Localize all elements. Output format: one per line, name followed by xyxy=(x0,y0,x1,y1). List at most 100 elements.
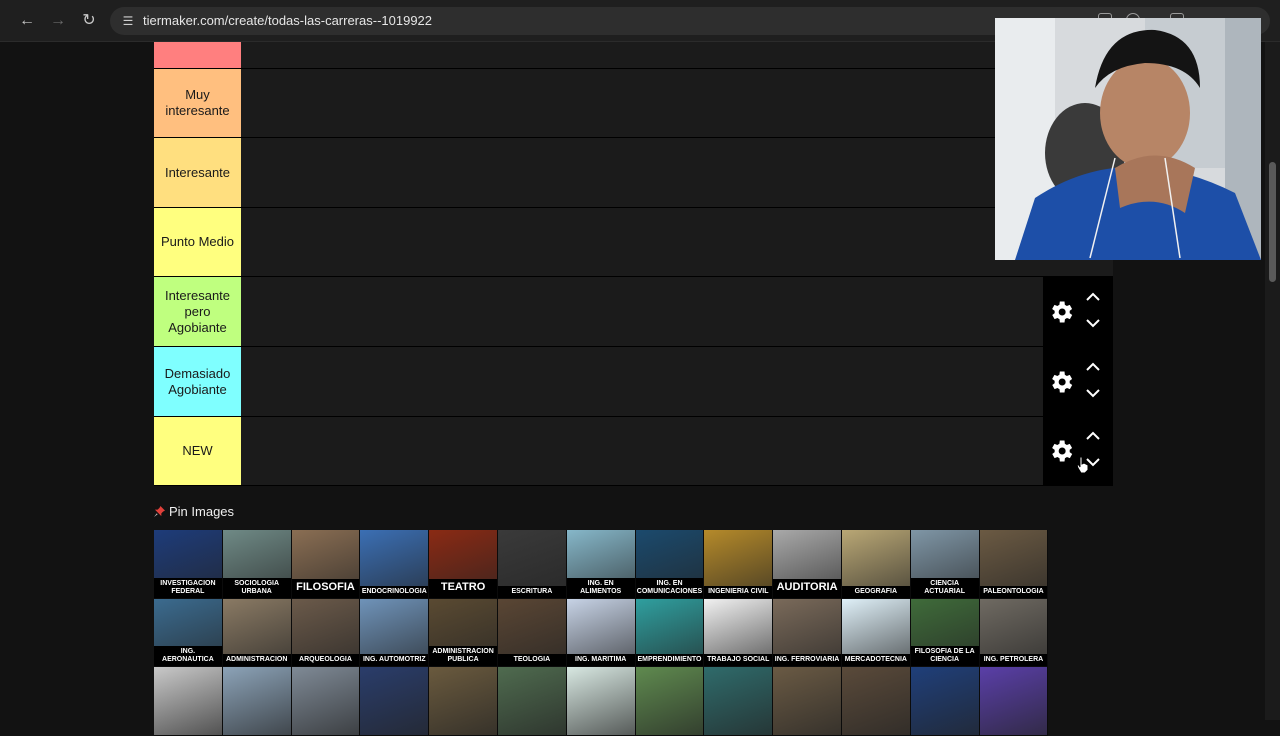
forward-button[interactable]: → xyxy=(48,11,68,31)
career-image-tile[interactable]: PALEONTOLOGIA xyxy=(979,530,1049,599)
tile-caption: MERCADOTECNIA xyxy=(841,654,910,666)
career-image-tile[interactable]: SOCIOLOGIA URBANA xyxy=(222,530,292,599)
scrollbar-thumb[interactable] xyxy=(1269,162,1276,282)
career-image-tile[interactable]: ENDOCRINOLOGIA xyxy=(360,530,430,599)
tier-controls xyxy=(1043,277,1113,346)
career-image-tile[interactable] xyxy=(360,667,430,736)
gear-icon[interactable] xyxy=(1047,437,1075,465)
move-up-chevron-icon[interactable] xyxy=(1085,431,1101,441)
career-image-tile[interactable] xyxy=(910,667,980,736)
tile-caption: ING. AERONAUTICA xyxy=(154,646,222,666)
tier-label[interactable]: Muy interesante xyxy=(154,69,241,137)
move-down-chevron-icon[interactable] xyxy=(1085,388,1101,398)
tier-label[interactable]: NEW xyxy=(154,417,241,485)
career-image-tile[interactable]: FILOSOFIA DE LA CIENCIA xyxy=(910,598,980,667)
tile-caption: EMPRENDIMIENTO xyxy=(635,654,704,666)
tile-caption: SOCIOLOGIA URBANA xyxy=(222,577,291,598)
career-image-tile[interactable]: INGENIERIA CIVIL xyxy=(704,530,774,599)
tile-caption: PALEONTOLOGIA xyxy=(979,585,1048,598)
tier-label[interactable] xyxy=(154,42,241,68)
career-image-tile[interactable]: ING. EN COMUNICACIONES xyxy=(635,530,705,599)
career-image-tile[interactable] xyxy=(222,667,292,736)
back-button[interactable]: ← xyxy=(17,11,37,31)
tier-drop-zone[interactable] xyxy=(241,347,1043,416)
tile-caption: FILOSOFIA DE LA CIENCIA xyxy=(910,646,979,666)
career-image-tile[interactable]: EMPRENDIMIENTO xyxy=(635,598,705,667)
tier-row: Muy interesante xyxy=(154,69,1113,138)
career-image-tile[interactable]: INVESTIGACION FEDERAL xyxy=(154,530,223,599)
tier-controls xyxy=(1043,347,1113,416)
tier-label[interactable]: Interesante pero Agobiante xyxy=(154,277,241,346)
tile-caption: ENDOCRINOLOGIA xyxy=(360,585,429,598)
career-image-tile[interactable] xyxy=(566,667,636,736)
tier-drop-zone[interactable] xyxy=(241,277,1043,346)
scrollbar[interactable] xyxy=(1265,42,1280,720)
career-image-tile[interactable] xyxy=(497,667,567,736)
career-image-tile[interactable]: GEOGRAFIA xyxy=(841,530,911,599)
tile-caption: AUDITORIA xyxy=(773,578,841,598)
tier-drop-zone[interactable] xyxy=(241,69,1043,137)
career-image-tile[interactable] xyxy=(429,667,498,736)
tile-caption: ING. MARITIMA xyxy=(566,654,635,666)
gear-icon[interactable] xyxy=(1047,298,1075,326)
tier-label[interactable]: Interesante xyxy=(154,138,241,207)
tile-caption: ING. FERROVIARIA xyxy=(773,654,841,666)
career-image-tile[interactable]: ING. MARITIMA xyxy=(566,598,636,667)
tile-caption: TEOLOGIA xyxy=(497,654,566,666)
tier-row: Interesante pero Agobiante xyxy=(154,277,1113,347)
career-image-tile[interactable]: ARQUEOLOGIA xyxy=(291,598,361,667)
tier-controls xyxy=(1043,417,1113,485)
tile-caption: ING. EN ALIMENTOS xyxy=(566,577,635,598)
pin-images-header[interactable]: Pin Images xyxy=(154,504,234,519)
career-image-tile[interactable]: ING. AERONAUTICA xyxy=(154,598,223,667)
tier-row: Interesante xyxy=(154,138,1113,208)
career-image-tile[interactable]: ING. PETROLERA xyxy=(979,598,1049,667)
tile-caption: INVESTIGACION FEDERAL xyxy=(154,577,222,598)
tier-label[interactable]: Demasiado Agobiante xyxy=(154,347,241,416)
move-down-chevron-icon[interactable] xyxy=(1085,318,1101,328)
career-image-tile[interactable] xyxy=(841,667,911,736)
career-image-tile[interactable]: ING. AUTOMOTRIZ xyxy=(360,598,430,667)
tile-caption: FILOSOFIA xyxy=(291,578,360,598)
pin-images-label: Pin Images xyxy=(169,504,235,519)
site-info-icon[interactable]: ☰ xyxy=(120,13,136,29)
hand-cursor-icon xyxy=(1076,456,1089,474)
tier-label[interactable]: Punto Medio xyxy=(154,208,241,276)
career-image-tile[interactable]: ING. FERROVIARIA xyxy=(773,598,842,667)
move-up-chevron-icon[interactable] xyxy=(1085,292,1101,302)
tier-drop-zone[interactable] xyxy=(241,417,1043,485)
career-image-tile[interactable] xyxy=(704,667,774,736)
tier-drop-zone[interactable] xyxy=(241,42,1043,68)
career-image-tile[interactable]: CIENCIA ACTUARIAL xyxy=(910,530,980,599)
career-image-tile[interactable]: ADMINISTRACION PUBLICA xyxy=(429,598,498,667)
tile-caption: CIENCIA ACTUARIAL xyxy=(910,577,979,598)
webcam-overlay xyxy=(995,18,1261,260)
unranked-image-pool: INVESTIGACION FEDERAL SOCIOLOGIA URBANA FI… xyxy=(154,530,1050,736)
career-image-tile[interactable]: TEOLOGIA xyxy=(497,598,567,667)
career-image-tile[interactable] xyxy=(154,667,223,736)
move-up-chevron-icon[interactable] xyxy=(1085,362,1101,372)
career-image-tile[interactable]: AUDITORIA xyxy=(773,530,842,599)
career-image-tile[interactable]: FILOSOFIA xyxy=(291,530,361,599)
career-image-tile[interactable]: TRABAJO SOCIAL xyxy=(704,598,774,667)
tier-drop-zone[interactable] xyxy=(241,208,1043,276)
career-image-tile[interactable] xyxy=(635,667,705,736)
tile-caption: ARQUEOLOGIA xyxy=(291,654,360,666)
tier-drop-zone[interactable] xyxy=(241,138,1043,207)
career-image-tile[interactable]: ESCRITURA xyxy=(497,530,567,599)
tile-caption: ING. AUTOMOTRIZ xyxy=(360,654,429,666)
reload-button[interactable]: ↻ xyxy=(79,11,99,31)
career-image-tile[interactable]: ADMINISTRACION xyxy=(222,598,292,667)
career-image-tile[interactable]: TEATRO xyxy=(429,530,498,599)
tile-caption: INGENIERIA CIVIL xyxy=(704,585,773,598)
career-image-tile[interactable]: ING. EN ALIMENTOS xyxy=(566,530,636,599)
career-image-tile[interactable] xyxy=(979,667,1049,736)
career-image-tile[interactable] xyxy=(291,667,361,736)
tile-caption: ESCRITURA xyxy=(497,585,566,598)
career-image-tile[interactable]: MERCADOTECNIA xyxy=(841,598,911,667)
tile-caption: ING. EN COMUNICACIONES xyxy=(635,577,704,598)
gear-icon[interactable] xyxy=(1047,368,1075,396)
career-image-tile[interactable] xyxy=(773,667,842,736)
tier-list: Muy interesante Interesante Punto Medio Int… xyxy=(154,42,1113,486)
tile-caption: ADMINISTRACION PUBLICA xyxy=(429,646,497,666)
